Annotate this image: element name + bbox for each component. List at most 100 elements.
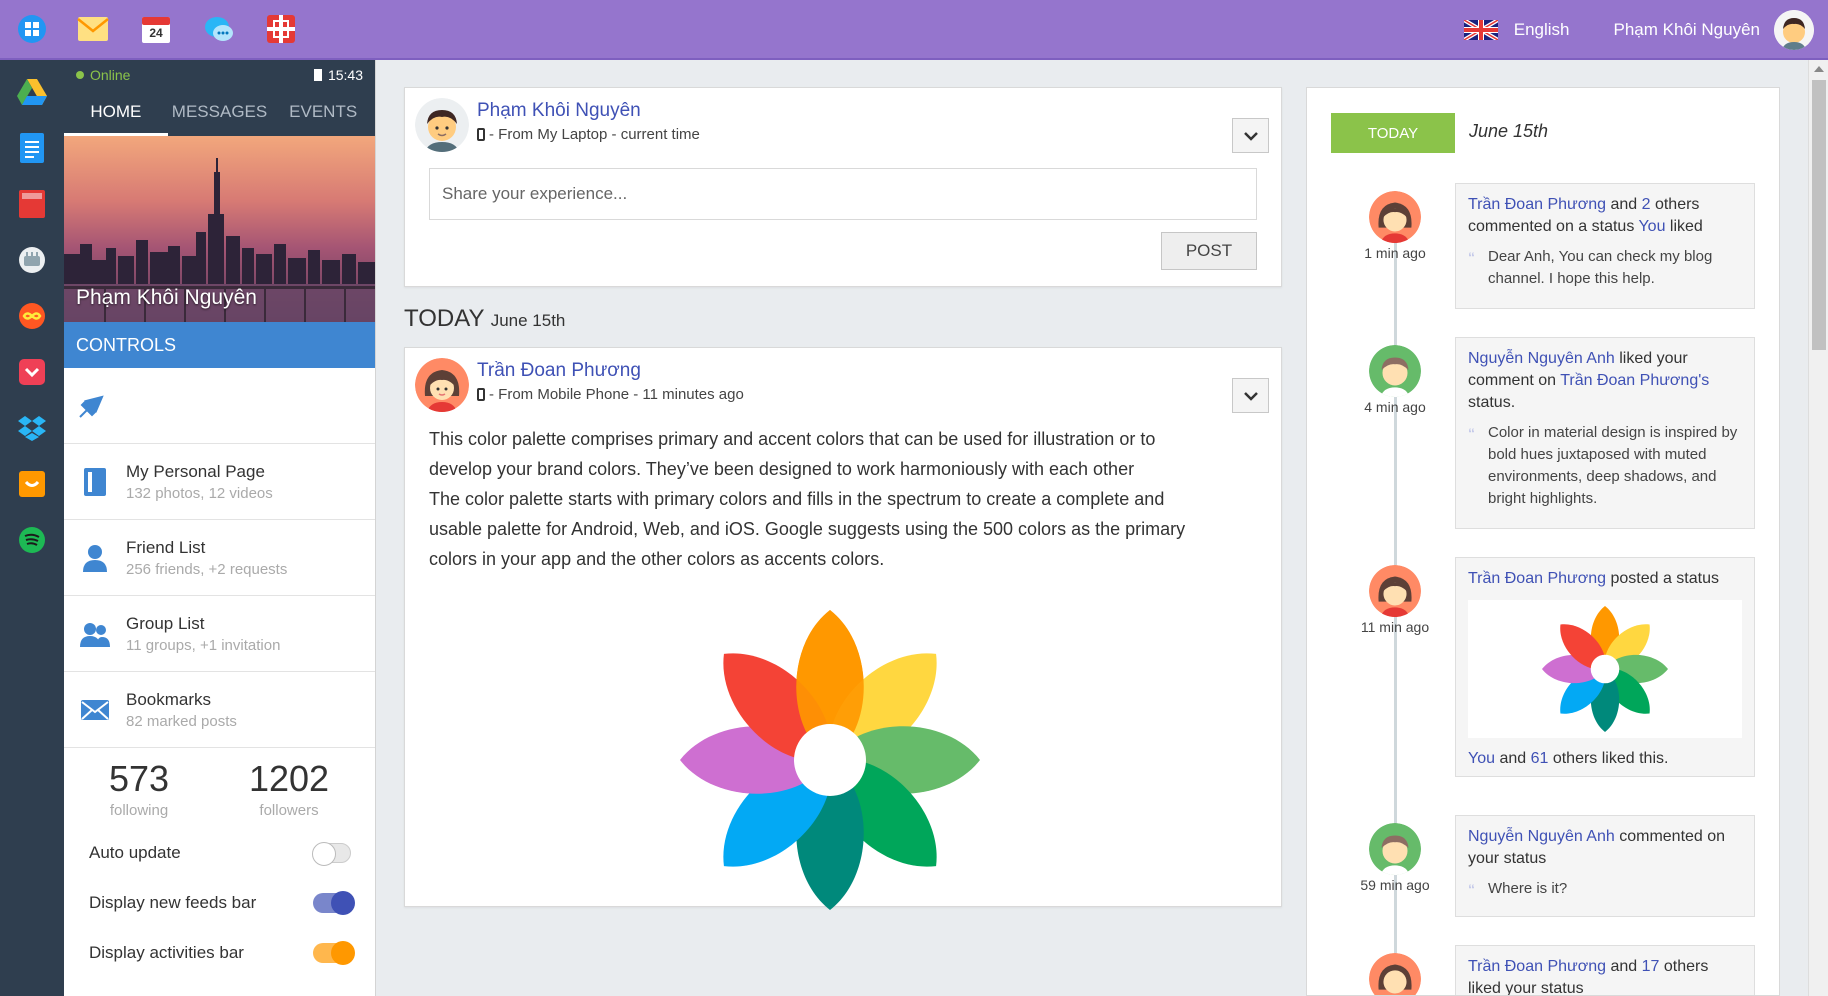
uk-flag-icon[interactable] bbox=[1463, 20, 1498, 40]
docs-icon[interactable] bbox=[16, 132, 48, 164]
windows-icon[interactable] bbox=[16, 13, 48, 45]
timeline-count-link[interactable]: 61 bbox=[1531, 750, 1549, 767]
post-image[interactable] bbox=[405, 574, 1281, 964]
timeline-count-link[interactable]: 17 bbox=[1642, 958, 1660, 975]
chat-icon[interactable] bbox=[203, 13, 235, 45]
post-button[interactable]: POST bbox=[1161, 232, 1257, 270]
menu-group-list[interactable]: Group List 11 groups, +1 invitation bbox=[64, 596, 375, 672]
dropbox-icon[interactable] bbox=[16, 412, 48, 444]
timeline-quote: Color in material design is inspired by … bbox=[1488, 424, 1738, 507]
followers-label: followers bbox=[259, 802, 319, 819]
auto-update-switch[interactable] bbox=[312, 842, 351, 866]
menu-friend-list[interactable]: Friend List 256 friends, +2 requests bbox=[64, 520, 375, 596]
post-card: Trần Đoan Phương - From Mobile Phone - 1… bbox=[404, 347, 1282, 910]
post-meta: - From Mobile Phone - 11 minutes ago bbox=[489, 386, 744, 403]
timeline-user-link[interactable]: Trần Đoan Phương bbox=[1468, 958, 1606, 975]
film-icon[interactable] bbox=[16, 244, 48, 276]
timeline-text: and bbox=[1495, 750, 1531, 767]
infinity-icon[interactable] bbox=[16, 300, 48, 332]
tab-messages[interactable]: MESSAGES bbox=[168, 90, 272, 136]
following-stat[interactable]: 573 following bbox=[64, 758, 214, 828]
timeline-card[interactable]: Trần Đoan Phương and 17 others liked you… bbox=[1455, 945, 1755, 995]
timeline-time: 59 min ago bbox=[1360, 877, 1430, 893]
timeline-count-link[interactable]: 2 bbox=[1642, 196, 1651, 213]
composer-dropdown-button[interactable] bbox=[1232, 118, 1269, 153]
scroll-up-icon[interactable] bbox=[1814, 66, 1824, 72]
timeline-text: status. bbox=[1468, 394, 1516, 411]
menu-subtitle: 132 photos, 12 videos bbox=[126, 484, 273, 502]
mail-icon[interactable] bbox=[77, 13, 109, 45]
post-dropdown-button[interactable] bbox=[1232, 378, 1269, 413]
pocket-icon[interactable] bbox=[16, 356, 48, 388]
today-date: June 15th bbox=[490, 311, 566, 330]
timeline-date: June 15th bbox=[1469, 121, 1549, 141]
language-selector[interactable]: English bbox=[1514, 20, 1570, 40]
menu-bookmarks[interactable]: Bookmarks 82 marked posts bbox=[64, 672, 375, 748]
quote-icon: “ bbox=[1468, 425, 1475, 441]
timeline-avatar[interactable] bbox=[1369, 191, 1421, 243]
tab-events[interactable]: EVENTS bbox=[271, 90, 375, 136]
timeline-avatar[interactable] bbox=[1369, 823, 1421, 875]
composer-name[interactable]: Phạm Khôi Nguyên bbox=[477, 100, 700, 122]
toggle-activities: Display activities bar bbox=[64, 928, 375, 978]
user-avatar[interactable] bbox=[1774, 10, 1814, 50]
timeline-user-link[interactable]: Trần Đoan Phương's bbox=[1560, 372, 1709, 389]
store-icon[interactable] bbox=[16, 468, 48, 500]
post-body-line: This color palette comprises primary and… bbox=[429, 429, 1156, 449]
menu-title: Group List bbox=[126, 613, 205, 633]
timeline-card[interactable]: Nguyễn Nguyên Anh commented on your stat… bbox=[1455, 815, 1755, 917]
book-icon[interactable] bbox=[16, 188, 48, 220]
timeline-user-link[interactable]: Trần Đoan Phương bbox=[1468, 196, 1606, 213]
laptop-icon bbox=[477, 128, 485, 141]
timeline-user-link[interactable]: Nguyễn Nguyên Anh bbox=[1468, 828, 1615, 845]
post-author-name[interactable]: Trần Đoan Phương bbox=[477, 360, 744, 382]
google-drive-icon[interactable] bbox=[16, 76, 48, 108]
timeline-avatar[interactable] bbox=[1369, 953, 1421, 995]
composer-avatar[interactable] bbox=[415, 98, 469, 152]
clock-time: 15:43 bbox=[327, 67, 363, 83]
online-dot-icon bbox=[76, 71, 84, 79]
share-input[interactable]: Share your experience... bbox=[429, 168, 1257, 220]
timeline-user-link[interactable]: Nguyễn Nguyên Anh bbox=[1468, 350, 1615, 367]
followers-stat[interactable]: 1202 followers bbox=[214, 758, 364, 828]
toggle-auto-update: Auto update bbox=[64, 828, 375, 878]
news-feed: Phạm Khôi Nguyên - From My Laptop - curr… bbox=[404, 87, 1282, 910]
timeline-time: 4 min ago bbox=[1364, 399, 1426, 415]
controls-row bbox=[64, 368, 375, 444]
activities-switch[interactable] bbox=[313, 941, 355, 965]
tab-home[interactable]: HOME bbox=[64, 90, 168, 136]
timeline-avatar[interactable] bbox=[1369, 345, 1421, 397]
chevron-down-icon bbox=[1243, 131, 1258, 141]
cover-user-name: Phạm Khôi Nguyên bbox=[76, 286, 257, 309]
timeline-quote: Where is it? bbox=[1488, 880, 1568, 897]
timeline-card[interactable]: Trần Đoan Phương and 2 others commented … bbox=[1455, 183, 1755, 309]
toggle-label: Display new feeds bar bbox=[89, 893, 257, 912]
timeline-avatar[interactable] bbox=[1369, 565, 1421, 617]
menu-title: My Personal Page bbox=[126, 461, 265, 481]
spotify-icon[interactable] bbox=[16, 524, 48, 556]
post-author-avatar[interactable] bbox=[415, 358, 469, 412]
post-body: This color palette comprises primary and… bbox=[405, 412, 1281, 574]
gift-icon[interactable] bbox=[265, 13, 297, 45]
timeline-card[interactable]: Trần Đoan Phương posted a status You and… bbox=[1455, 557, 1755, 777]
controls-header: CONTROLS bbox=[64, 322, 375, 368]
pin-icon[interactable] bbox=[76, 391, 106, 421]
today-heading: TODAY June 15th bbox=[404, 305, 1282, 333]
mini-flower-image bbox=[1541, 606, 1669, 732]
chevron-down-icon bbox=[1243, 391, 1258, 401]
composer-card: Phạm Khôi Nguyên - From My Laptop - curr… bbox=[404, 87, 1282, 287]
top-user-name[interactable]: Phạm Khôi Nguyên bbox=[1614, 20, 1760, 40]
timeline-image[interactable] bbox=[1468, 600, 1742, 738]
timeline-you-link[interactable]: You bbox=[1638, 218, 1665, 235]
timeline-you-link[interactable]: You bbox=[1468, 750, 1495, 767]
new-feeds-switch[interactable] bbox=[313, 891, 355, 915]
toggle-label: Display activities bar bbox=[89, 943, 244, 962]
scrollbar-thumb[interactable] bbox=[1812, 80, 1826, 350]
menu-personal-page[interactable]: My Personal Page 132 photos, 12 videos bbox=[64, 444, 375, 520]
toggle-label: Auto update bbox=[89, 843, 181, 862]
top-bar: 24 English Phạm Khôi Nguyên bbox=[0, 0, 1828, 60]
page-scrollbar[interactable] bbox=[1808, 60, 1828, 996]
timeline-card[interactable]: Nguyễn Nguyên Anh liked your comment on … bbox=[1455, 337, 1755, 529]
timeline-user-link[interactable]: Trần Đoan Phương bbox=[1468, 570, 1606, 587]
calendar-icon[interactable]: 24 bbox=[140, 13, 172, 45]
